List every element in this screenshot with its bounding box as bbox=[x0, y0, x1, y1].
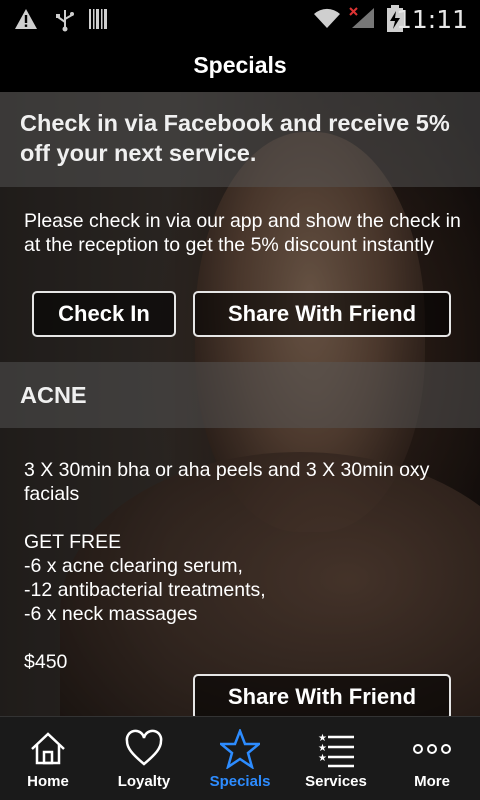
tab-services[interactable]: ★ ★ ★ Services bbox=[288, 717, 384, 800]
special-line: -12 antibacterial treatments, bbox=[24, 579, 266, 601]
special-line: 3 X 30min bha or aha peels and 3 X 30min… bbox=[24, 459, 430, 481]
share-with-friend-button[interactable]: Share With Friend bbox=[193, 291, 451, 337]
special-line: -6 x acne clearing serum, bbox=[24, 555, 243, 577]
barcode-icon bbox=[89, 9, 107, 29]
special-body: 3 X 30min bha or aha peels and 3 X 30min… bbox=[0, 428, 480, 716]
usb-icon bbox=[56, 10, 74, 32]
status-bar: 11:11 bbox=[0, 0, 480, 38]
tab-specials[interactable]: Specials bbox=[192, 717, 288, 800]
special-header: Check in via Facebook and receive 5% off… bbox=[0, 92, 480, 187]
special-header: ACNE bbox=[0, 362, 480, 428]
tab-bar: Home Loyalty Specials ★ ★ ★ Services Mor… bbox=[0, 716, 480, 800]
title-bar: Specials bbox=[0, 38, 480, 92]
status-time: 11:11 bbox=[395, 5, 468, 34]
specials-list[interactable]: Check in via Facebook and receive 5% off… bbox=[0, 92, 480, 716]
special-description: Please check in via our app and show the… bbox=[24, 210, 461, 256]
tab-home[interactable]: Home bbox=[0, 717, 96, 800]
tab-more[interactable]: More bbox=[384, 717, 480, 800]
special-price: $450 bbox=[24, 651, 68, 673]
star-icon bbox=[220, 729, 260, 769]
special-title: ACNE bbox=[20, 382, 87, 408]
special-body: Please check in via our app and show the… bbox=[0, 187, 480, 362]
special-title: Check in via Facebook and receive 5% off… bbox=[20, 110, 450, 166]
more-dots-icon bbox=[413, 744, 451, 754]
wifi-icon bbox=[314, 8, 340, 28]
special-line: -6 x neck massages bbox=[24, 603, 198, 625]
list-icon: ★ ★ ★ bbox=[318, 733, 354, 768]
tab-label: Services bbox=[305, 773, 367, 790]
share-with-friend-button[interactable]: Share With Friend bbox=[193, 674, 451, 716]
tab-label: Home bbox=[27, 773, 69, 790]
tab-label: Loyalty bbox=[117, 773, 171, 790]
tab-loyalty[interactable]: Loyalty bbox=[96, 717, 192, 800]
heart-icon bbox=[125, 729, 163, 766]
special-line: facials bbox=[24, 483, 80, 505]
tab-label: More bbox=[414, 773, 450, 790]
svg-text:★: ★ bbox=[318, 753, 327, 764]
home-icon bbox=[31, 732, 65, 765]
warning-icon bbox=[15, 9, 37, 29]
tab-label: Specials bbox=[209, 773, 271, 790]
page-title: Specials bbox=[193, 52, 287, 78]
special-line: GET FREE bbox=[24, 531, 122, 553]
check-in-button[interactable]: Check In bbox=[32, 291, 176, 337]
signal-icon bbox=[349, 7, 374, 28]
